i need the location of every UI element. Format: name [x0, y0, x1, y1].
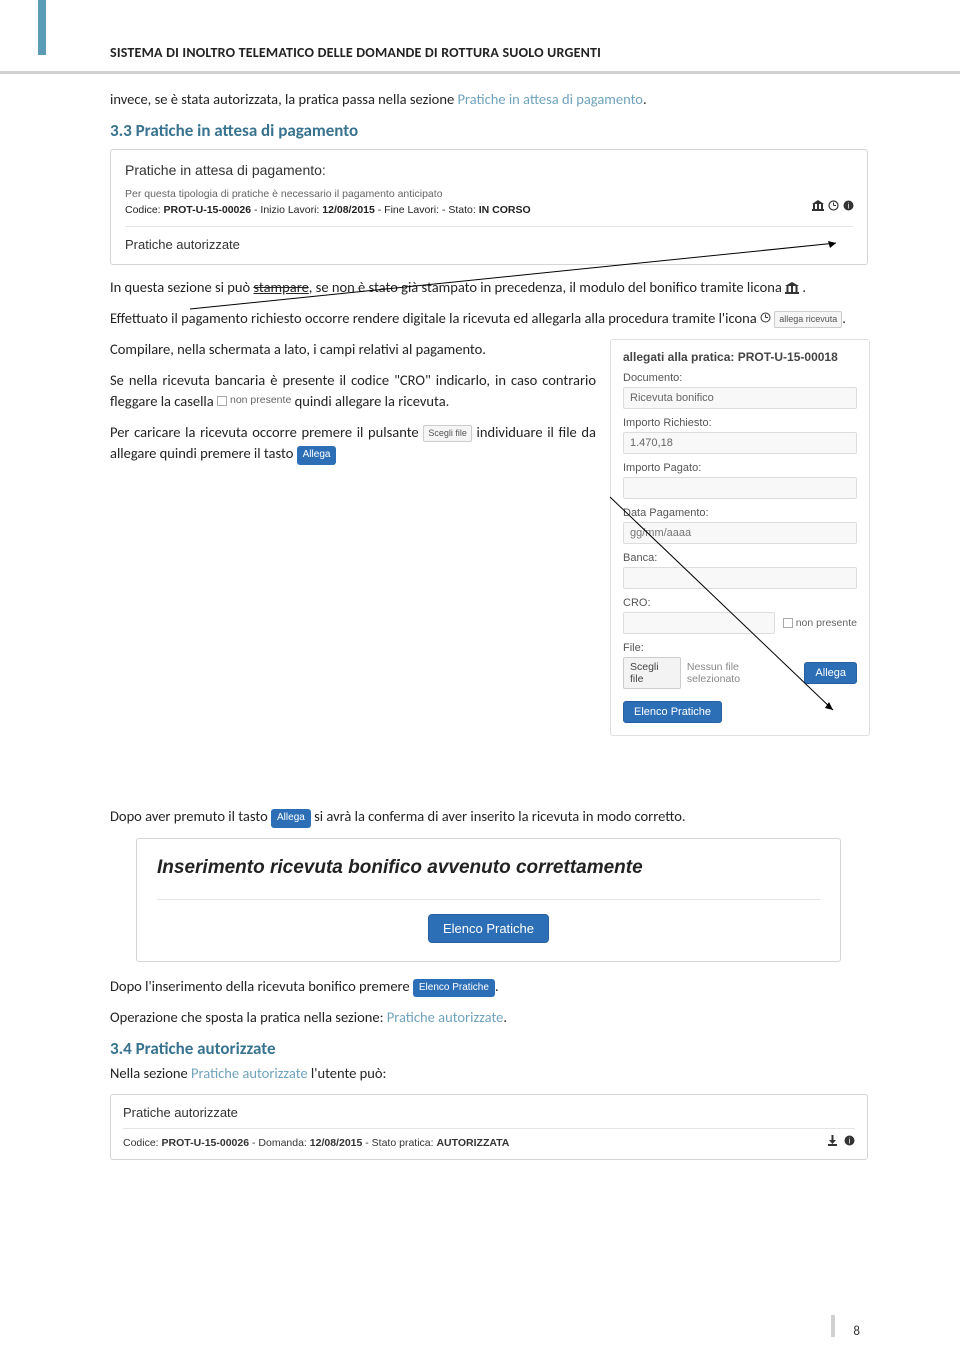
- intro-dot: .: [643, 90, 647, 108]
- compile-p3: Per caricare la ricevuta occorre premere…: [110, 422, 596, 465]
- auth-code-line: Codice: PROT-U-15-00026 - Domanda: 12/08…: [123, 1137, 855, 1149]
- auth-stato: AUTORIZZATA: [436, 1137, 509, 1149]
- intro-paragraph: invece, se è stata autorizzata, la prati…: [110, 89, 870, 110]
- after2-dot: .: [495, 977, 499, 995]
- intro-link-text: Pratiche in attesa di pagamento: [457, 90, 643, 108]
- elenco-pratiche-big-button[interactable]: Elenco Pratiche: [428, 914, 549, 943]
- imp-pag-label: Importo Pagato:: [623, 462, 857, 474]
- compile-p1: Compilare, nella schermata a lato, i cam…: [110, 339, 596, 360]
- auth-date: 12/08/2015: [310, 1137, 363, 1149]
- auth-code-label: Codice:: [123, 1137, 162, 1149]
- after2-dot2: .: [503, 1008, 507, 1026]
- s34-sub-link: Pratiche autorizzate: [191, 1064, 308, 1082]
- confirm-title: Inserimento ricevuta bonifico avvenuto c…: [157, 857, 820, 879]
- section34-sub: Nella sezione Pratiche autorizzate l'ute…: [110, 1063, 870, 1084]
- doc-input[interactable]: [623, 387, 857, 409]
- s34-sub-b: l'utente può:: [308, 1064, 387, 1082]
- confirm-divider: [157, 899, 820, 900]
- bank-icon-inline: [785, 279, 799, 291]
- elenco-pratiche-inline[interactable]: Elenco Pratiche: [413, 979, 495, 998]
- imp-req-label: Importo Richiesto:: [623, 417, 857, 429]
- after2-p2a: Operazione che sposta la pratica nella s…: [110, 1008, 387, 1026]
- after2-p2: Operazione che sposta la pratica nella s…: [110, 1007, 870, 1028]
- auth-title: Pratiche autorizzate: [123, 1105, 855, 1120]
- checkbox-icon: [217, 396, 227, 406]
- auth-divider: [123, 1128, 855, 1129]
- form-heading: allegati alla pratica: PROT-U-15-00018: [623, 350, 857, 364]
- info-icon-2[interactable]: i: [844, 1135, 855, 1149]
- imp-req-input[interactable]: [623, 432, 857, 454]
- auth-action-icons: i: [827, 1135, 855, 1149]
- allega-inline[interactable]: Allega: [297, 446, 337, 465]
- after2-p2-link: Pratiche autorizzate: [387, 1008, 504, 1026]
- confirmation-panel: Inserimento ricevuta bonifico avvenuto c…: [136, 838, 841, 962]
- scegli-file-inline[interactable]: Scegli file: [423, 425, 472, 442]
- p3a: Per caricare la ricevuta occorre premere…: [110, 423, 423, 441]
- after2-p1: Dopo l'inserimento della ricevuta bonifi…: [110, 976, 870, 998]
- auth-mid: - Domanda:: [249, 1137, 310, 1149]
- page-num-bar: [831, 1315, 835, 1337]
- section-33-heading: 3.3 Pratiche in attesa di pagamento: [110, 120, 870, 141]
- auth-code-value: PROT-U-15-00026: [162, 1137, 250, 1149]
- download-icon[interactable]: [827, 1135, 838, 1149]
- svg-text:i: i: [849, 1137, 851, 1146]
- non-presente-flag-inline: non presente: [217, 393, 291, 408]
- form-heading-code: PROT-U-15-00018: [738, 350, 838, 364]
- page-content: SISTEMA DI INOLTRO TELEMATICO DELLE DOMA…: [0, 0, 960, 1190]
- doc-label: Documento:: [623, 372, 857, 384]
- panel1-title: Pratiche in attesa di pagamento:: [125, 162, 853, 178]
- auth-mid2: - Stato pratica:: [362, 1137, 436, 1149]
- p2b: quindi allegare la ricevuta.: [295, 392, 450, 410]
- allega-inline-2[interactable]: Allega: [271, 809, 311, 828]
- arrow-annotation-1: [110, 193, 870, 323]
- form-heading-prefix: allegati alla pratica:: [623, 350, 738, 364]
- s34-sub-a: Nella sezione: [110, 1064, 191, 1082]
- page-number: 8: [853, 1324, 860, 1339]
- after2-p1a: Dopo l'inserimento della ricevuta bonifi…: [110, 977, 413, 995]
- after-p1a: Dopo aver premuto il tasto: [110, 807, 271, 825]
- non-presente-text: non presente: [230, 393, 291, 408]
- section-34-heading: 3.4 Pratiche autorizzate: [110, 1038, 870, 1059]
- compile-p2: Se nella ricevuta bancaria è presente il…: [110, 370, 596, 412]
- page-header-title: SISTEMA DI INOLTRO TELEMATICO DELLE DOMA…: [110, 44, 870, 61]
- authorized-panel: Pratiche autorizzate Codice: PROT-U-15-0…: [110, 1094, 868, 1160]
- after-p1b: si avrà la conferma di aver inserito la …: [314, 807, 686, 825]
- intro-text: invece, se è stata autorizzata, la prati…: [110, 90, 457, 108]
- after-p1: Dopo aver premuto il tasto Allega si avr…: [110, 806, 870, 828]
- arrow-annotation-2: [605, 492, 865, 732]
